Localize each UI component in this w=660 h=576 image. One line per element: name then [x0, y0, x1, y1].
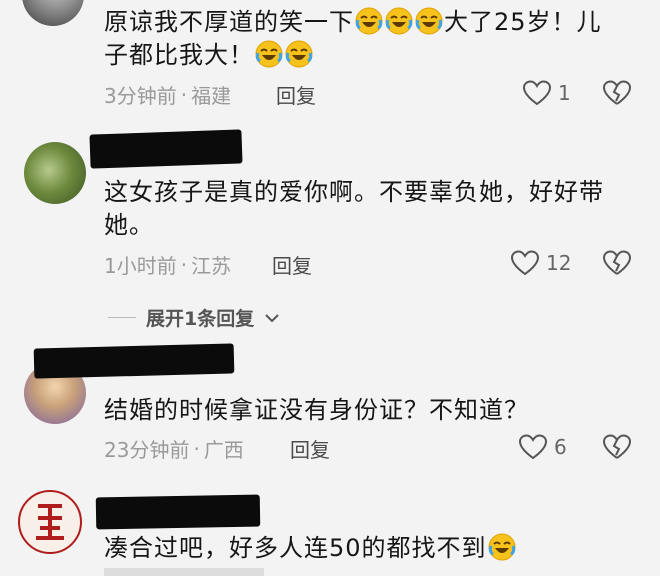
laughing-tears-icon — [255, 40, 283, 68]
timestamp: 23分钟前 — [104, 438, 190, 462]
comment-text: 这女孩子是真的爱你啊。不要辜负她，好好带她。 — [104, 178, 604, 239]
like-count: 1 — [558, 81, 571, 105]
reply-button[interactable]: 回复 — [272, 250, 312, 279]
timestamp: 3分钟前 — [104, 84, 177, 108]
separator: · — [180, 252, 188, 277]
expand-replies-button[interactable]: 展开1条回复 — [108, 304, 280, 331]
like-button[interactable]: 6 — [518, 433, 567, 461]
avatar[interactable] — [18, 490, 82, 554]
timestamp: 1小时前 — [104, 254, 177, 278]
laughing-tears-icon — [415, 7, 443, 35]
seal-icon — [36, 504, 64, 540]
broken-heart-icon[interactable] — [602, 433, 632, 461]
like-button[interactable]: 1 — [522, 79, 571, 107]
heart-icon — [518, 433, 548, 461]
reply-button[interactable]: 回复 — [276, 80, 316, 109]
redacted-username — [95, 494, 261, 530]
location: 福建 — [191, 84, 232, 108]
comment-meta-cutoff — [104, 568, 264, 576]
heart-icon — [522, 79, 552, 107]
comment-meta: 23分钟前 · 广西 — [104, 434, 244, 463]
like-count: 6 — [554, 435, 567, 459]
comment-meta: 1小时前 · 江苏 — [104, 250, 231, 279]
laughing-tears-icon — [285, 40, 313, 68]
redacted-username — [33, 343, 235, 379]
chevron-down-icon — [265, 313, 279, 322]
laughing-tears-icon — [385, 7, 413, 35]
comment-text: 原谅我不厚道的笑一下 大了25岁！儿 子都比我大！ — [104, 7, 602, 69]
divider — [108, 317, 136, 318]
comment-text: 凑合过吧，好多人连50的都找不到 — [104, 532, 644, 565]
broken-heart-icon[interactable] — [602, 79, 632, 107]
avatar[interactable] — [24, 142, 86, 204]
expand-replies-label: 展开1条回复 — [146, 308, 255, 330]
avatar[interactable] — [22, 0, 84, 26]
heart-icon — [510, 249, 540, 277]
reply-button[interactable]: 回复 — [290, 434, 330, 463]
like-button[interactable]: 12 — [510, 249, 571, 277]
comment-meta: 3分钟前 · 福建 — [104, 80, 231, 109]
redacted-username — [89, 129, 243, 169]
separator: · — [193, 436, 200, 461]
location: 广西 — [203, 438, 244, 462]
location: 江苏 — [191, 254, 232, 278]
laughing-tears-icon — [488, 533, 516, 561]
comment-text: 结婚的时候拿证没有身份证？不知道？ — [104, 396, 529, 424]
laughing-tears-icon — [355, 7, 383, 35]
separator: · — [180, 82, 188, 107]
broken-heart-icon[interactable] — [602, 249, 632, 277]
like-count: 12 — [546, 251, 572, 275]
